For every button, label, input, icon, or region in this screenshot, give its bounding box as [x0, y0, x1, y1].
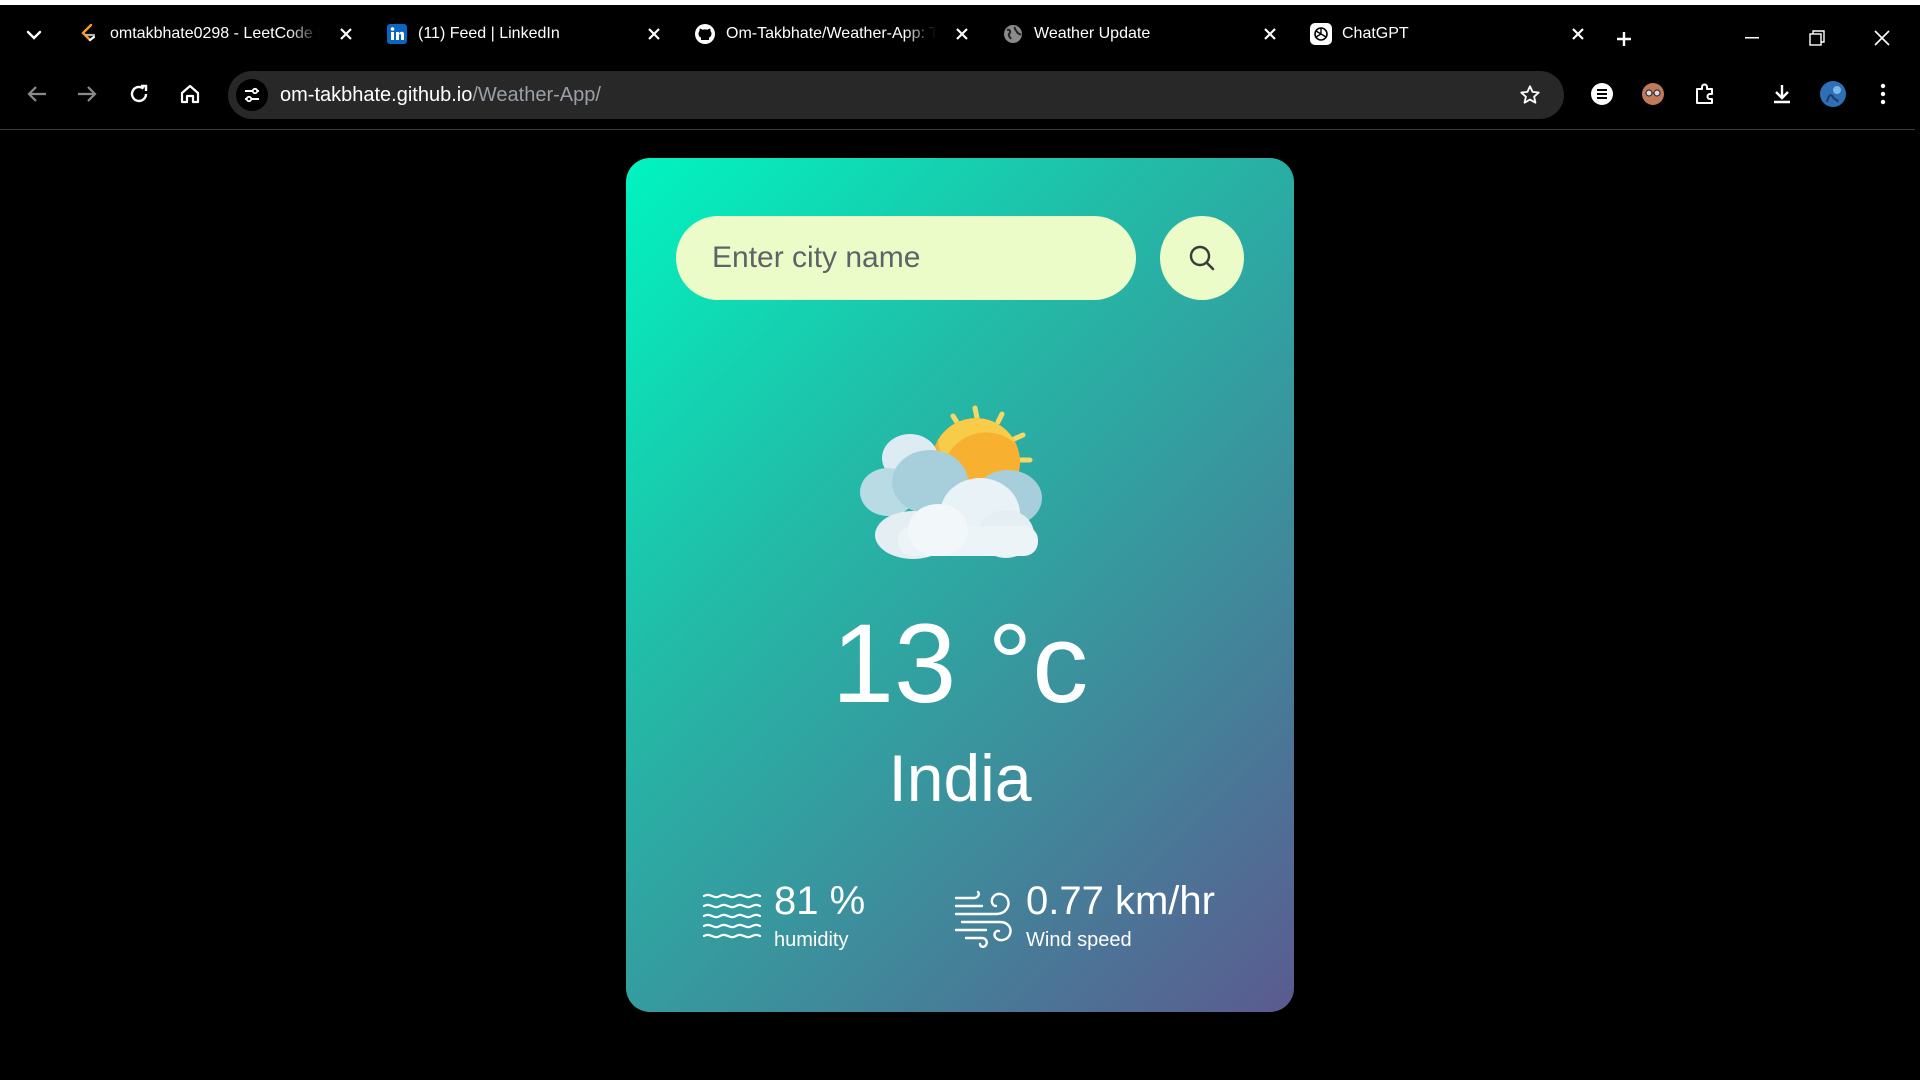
close-icon[interactable]	[1260, 24, 1280, 44]
tab-search-chevron-icon[interactable]	[20, 21, 48, 49]
chatgpt-icon	[1310, 23, 1332, 45]
close-icon[interactable]	[952, 24, 972, 44]
home-icon[interactable]	[173, 77, 207, 111]
wind-text: 0.77 km/hr Wind speed	[1026, 878, 1215, 954]
partly-cloudy-icon	[860, 405, 1042, 559]
humidity-label: humidity	[774, 929, 849, 951]
extension-avatar-icon[interactable]	[1636, 77, 1670, 111]
wind-block: 0.77 km/hr Wind speed	[952, 878, 1215, 954]
reload-icon[interactable]	[122, 77, 156, 111]
humidity-text: 81 % humidity	[774, 878, 865, 954]
forward-arrow-icon[interactable]	[70, 77, 104, 111]
tab-title: ChatGPT	[1342, 25, 1409, 42]
back-arrow-icon[interactable]	[20, 77, 54, 111]
tab-title: Om-Takbhate/Weather-App: T	[726, 25, 936, 42]
address-bar[interactable]: om-takbhate.github.io/Weather-App/	[228, 71, 1564, 119]
search-icon	[1189, 245, 1215, 271]
tab-strip: omtakbhate0298 - LeetCode P (11) Feed | …	[0, 5, 1920, 63]
close-window-icon[interactable]	[1867, 23, 1897, 53]
temperature: 13 °c	[831, 601, 1089, 726]
close-icon[interactable]	[336, 24, 356, 44]
humidity-block: 81 % humidity	[700, 878, 865, 954]
browser-toolbar: om-takbhate.github.io/Weather-App/	[0, 63, 1920, 130]
download-icon[interactable]	[1765, 77, 1799, 111]
menu-kebab-icon[interactable]	[1866, 77, 1900, 111]
reading-list-icon[interactable]	[1585, 77, 1619, 111]
tab-title: omtakbhate0298 - LeetCode P	[110, 25, 320, 42]
search-button[interactable]	[1160, 216, 1244, 300]
tab-title: (11) Feed | LinkedIn	[418, 25, 560, 42]
humidity-value: 81 %	[774, 879, 866, 923]
url-text: om-takbhate.github.io/Weather-App/	[280, 84, 601, 107]
city-search-input[interactable]	[676, 216, 1136, 300]
bookmark-star-icon[interactable]	[1518, 83, 1542, 107]
leetcode-icon	[78, 23, 100, 45]
tab-leetcode[interactable]: omtakbhate0298 - LeetCode P	[70, 15, 370, 53]
humidity-waves-icon	[702, 893, 762, 939]
tab-title: Weather Update	[1034, 25, 1151, 42]
wind-icon	[954, 890, 1012, 948]
tab-github[interactable]: Om-Takbhate/Weather-App: T	[686, 15, 986, 53]
globe-icon	[1002, 23, 1024, 45]
linkedin-icon	[386, 23, 408, 45]
url-path: /Weather-App/	[472, 84, 601, 106]
wind-value: 0.77 km/hr	[1026, 879, 1215, 923]
github-icon	[694, 23, 716, 45]
minimize-icon[interactable]	[1737, 23, 1767, 53]
tab-linkedin[interactable]: (11) Feed | LinkedIn	[378, 15, 678, 53]
wind-label: Wind speed	[1026, 929, 1132, 951]
weather-card: 13 °c India 81 % humidity	[626, 158, 1294, 1012]
extensions-puzzle-icon[interactable]	[1688, 77, 1722, 111]
profile-avatar-icon[interactable]	[1816, 77, 1850, 111]
city-name: India	[888, 741, 1032, 815]
tab-chatgpt[interactable]: ChatGPT	[1302, 15, 1602, 53]
site-info-icon[interactable]	[236, 79, 268, 111]
toolbar-divider	[0, 129, 1915, 130]
close-icon[interactable]	[1568, 24, 1588, 44]
new-tab-button[interactable]	[1610, 25, 1638, 53]
restore-icon[interactable]	[1802, 23, 1832, 53]
url-host: om-takbhate.github.io	[280, 84, 473, 106]
close-icon[interactable]	[644, 24, 664, 44]
browser-chrome: omtakbhate0298 - LeetCode P (11) Feed | …	[0, 0, 1920, 130]
tab-weather-update[interactable]: Weather Update	[994, 15, 1294, 53]
